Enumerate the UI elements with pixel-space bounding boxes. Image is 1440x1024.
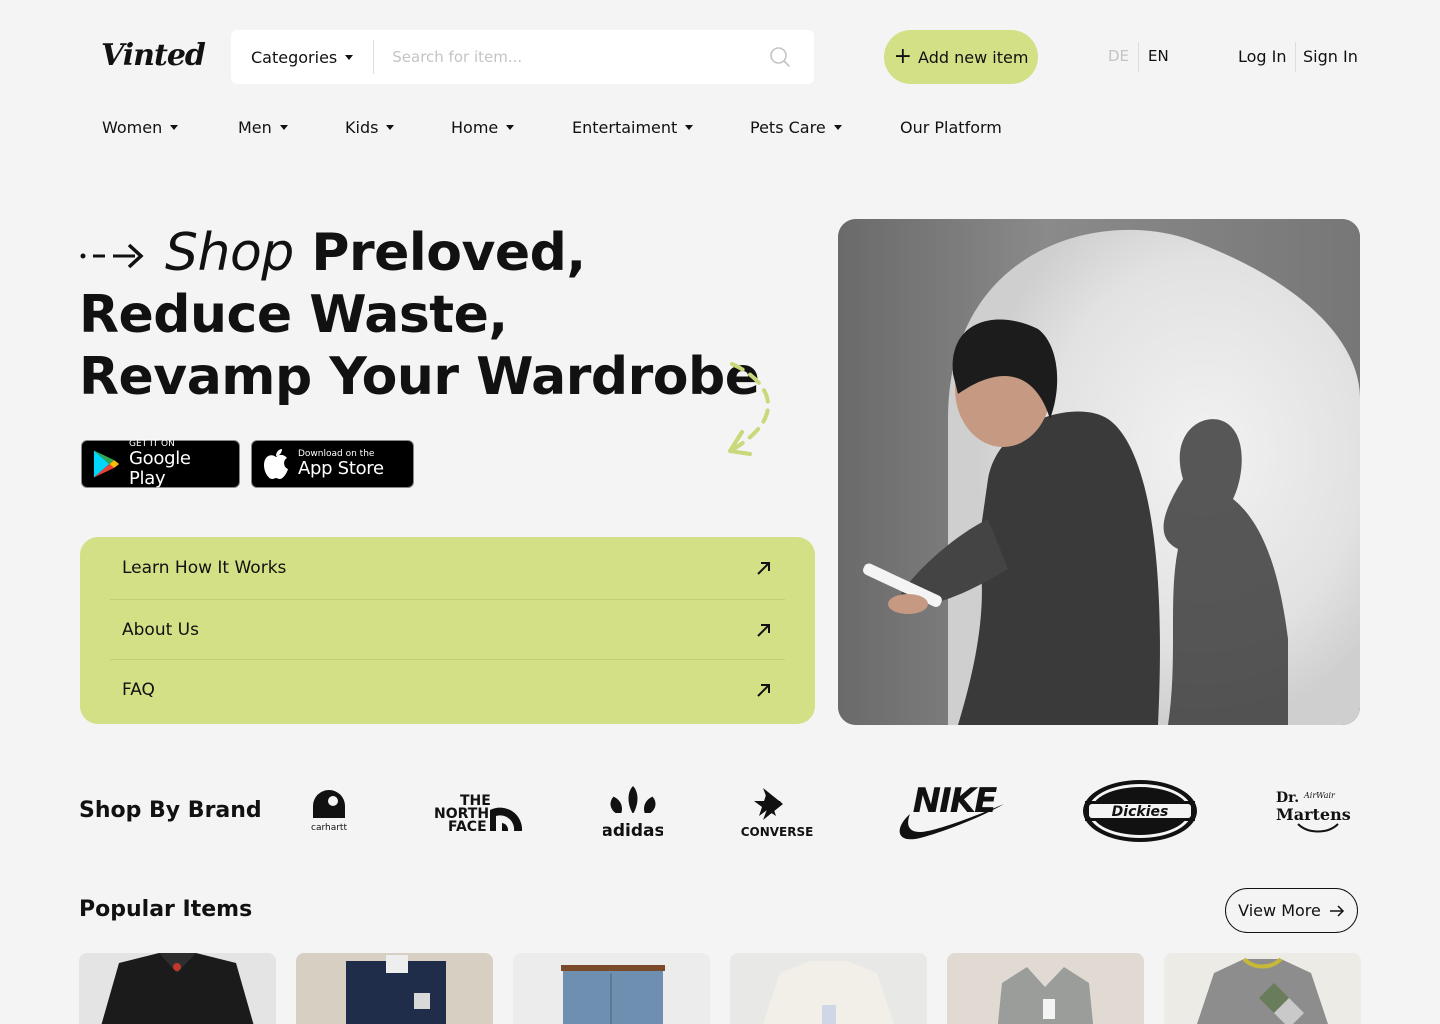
svg-text:AirWair: AirWair <box>1303 791 1336 800</box>
chevron-down-icon <box>345 54 354 60</box>
brand-dr-martens-logo[interactable]: Dr. AirWair Martens <box>1274 784 1360 840</box>
nav-item-label: Home <box>451 118 499 137</box>
product-image <box>79 953 276 1024</box>
brand-adidas-logo[interactable]: adidas <box>603 784 663 840</box>
nav-item-women[interactable]: Women <box>102 118 179 137</box>
hero-title: Shop Preloved, Reduce Waste, Revamp Your… <box>79 222 799 408</box>
app-store-button[interactable]: Download on the App Store <box>251 440 414 488</box>
arrow-right-icon <box>1329 904 1344 917</box>
shop-by-brand-title: Shop By Brand <box>79 798 262 823</box>
language-en[interactable]: EN <box>1148 47 1169 65</box>
add-new-item-label: Add new item <box>918 47 1029 67</box>
brand-adidas-text: adidas <box>603 821 663 840</box>
language-divider <box>1138 42 1139 72</box>
chevron-down-icon <box>386 125 395 130</box>
view-more-label: View More <box>1238 901 1321 920</box>
brand-nike-text: NIKE <box>913 781 997 821</box>
search-bar: Categories <box>231 30 814 84</box>
search-icon[interactable] <box>760 37 800 77</box>
brand-dickies-text: Dickies <box>1112 804 1169 820</box>
auth-divider <box>1295 42 1296 72</box>
product-image <box>296 953 493 1024</box>
about-us-link[interactable]: About Us <box>110 600 785 660</box>
apple-icon <box>264 449 288 479</box>
search-input[interactable] <box>374 48 760 66</box>
dashed-arrow-icon <box>80 243 144 269</box>
product-card[interactable] <box>1164 953 1361 1024</box>
svg-text:Martens: Martens <box>1276 805 1351 824</box>
product-image <box>947 953 1144 1024</box>
brand-north-face-logo[interactable]: THE NORTH FACE <box>432 790 524 834</box>
info-link-label: FAQ <box>122 680 155 700</box>
nav-item-our-platform[interactable]: Our Platform <box>900 118 1002 137</box>
brand-nike-logo[interactable]: NIKE <box>890 778 1006 844</box>
faq-link[interactable]: FAQ <box>110 660 785 720</box>
add-new-item-button[interactable]: + Add new item <box>884 30 1038 84</box>
login-link[interactable]: Log In <box>1238 47 1287 66</box>
product-image <box>1164 953 1361 1024</box>
hero-title-italic: Shop <box>165 223 294 283</box>
nav-item-men[interactable]: Men <box>238 118 288 137</box>
view-more-button[interactable]: View More <box>1225 888 1358 933</box>
product-card[interactable] <box>296 953 493 1024</box>
language-de[interactable]: DE <box>1108 47 1129 65</box>
google-play-button[interactable]: GET IT ON Google Play <box>81 439 240 489</box>
nav-item-label: Pets Care <box>750 118 826 137</box>
info-links-panel: Learn How It Works About Us FAQ <box>80 537 815 724</box>
signin-link[interactable]: Sign In <box>1303 47 1358 66</box>
google-play-big-text: Google Play <box>129 448 191 489</box>
brand-carhartt-text: carhartt <box>311 823 347 833</box>
arrow-up-right-icon <box>757 562 770 575</box>
google-play-icon <box>93 450 120 478</box>
product-card[interactable] <box>947 953 1144 1024</box>
arrow-up-right-icon <box>757 684 770 697</box>
vinted-logo[interactable]: Vinted <box>101 38 206 73</box>
nav-item-label: Women <box>102 118 163 137</box>
nav-item-home[interactable]: Home <box>451 118 515 137</box>
arrow-up-right-icon <box>757 623 770 637</box>
info-link-label: About Us <box>122 619 199 640</box>
hero-image <box>838 219 1360 725</box>
nav-item-kids[interactable]: Kids <box>345 118 395 137</box>
chevron-down-icon <box>279 125 288 130</box>
chevron-down-icon <box>833 125 842 130</box>
info-link-label: Learn How It Works <box>122 558 287 578</box>
brand-converse-logo[interactable]: CONVERSE <box>737 784 817 840</box>
nav-item-label: Kids <box>345 118 379 137</box>
nav-item-label: Our Platform <box>900 118 1002 137</box>
product-card[interactable] <box>79 953 276 1024</box>
brand-dickies-logo[interactable]: Dickies <box>1081 778 1199 844</box>
chevron-down-icon <box>685 125 694 130</box>
nav-item-label: Men <box>238 118 272 137</box>
plus-icon: + <box>893 44 913 69</box>
svg-text:Dr.: Dr. <box>1276 790 1299 806</box>
popular-items-title: Popular Items <box>79 897 253 922</box>
chevron-down-icon <box>170 125 179 130</box>
nav-item-entertainment[interactable]: Entertaiment <box>572 118 694 137</box>
nav-item-pets-care[interactable]: Pets Care <box>750 118 842 137</box>
brand-carhartt-logo[interactable]: carhartt <box>303 784 355 838</box>
nav-item-label: Entertaiment <box>572 118 678 137</box>
categories-label: Categories <box>251 47 338 67</box>
learn-how-it-works-link[interactable]: Learn How It Works <box>110 537 785 600</box>
product-image <box>730 953 927 1024</box>
svg-text:FACE: FACE <box>448 819 487 834</box>
hero-title-line1: Preloved, <box>311 223 586 283</box>
brand-converse-text: CONVERSE <box>741 825 814 839</box>
category-nav: Women Men Kids Home Entertaiment Pets Ca… <box>0 118 1440 142</box>
product-image <box>513 953 710 1024</box>
hero-title-line2: Reduce Waste, <box>79 285 508 345</box>
product-card[interactable] <box>730 953 927 1024</box>
curved-arrow-icon <box>728 362 770 456</box>
app-store-big-text: App Store <box>298 458 384 479</box>
hero-title-line3: Revamp Your Wardrobe <box>79 347 760 407</box>
product-card[interactable] <box>513 953 710 1024</box>
chevron-down-icon <box>506 125 515 130</box>
categories-dropdown[interactable]: Categories <box>231 40 375 74</box>
